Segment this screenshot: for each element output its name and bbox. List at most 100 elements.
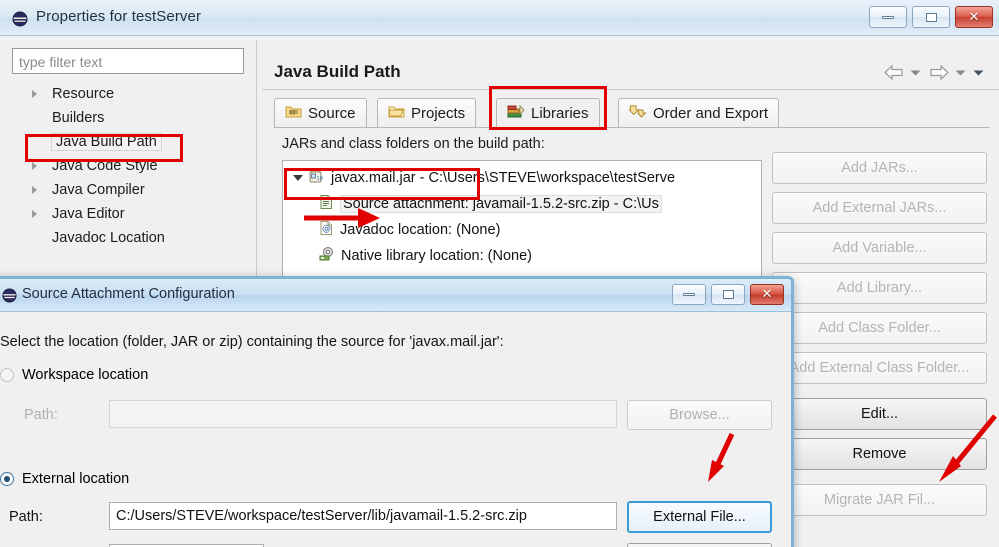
radio-checked-icon [0, 472, 14, 486]
add-external-jars-button[interactable]: Add External JARs... [772, 192, 987, 224]
sidebar-item-label: Resource [52, 86, 115, 102]
page-title: Java Build Path [274, 62, 401, 81]
external-location-label: External location [22, 471, 130, 487]
dialog-controls: ✕ [672, 284, 784, 305]
workspace-path-label: Path: [24, 407, 58, 423]
source-attachment-icon [319, 194, 334, 214]
dialog-body: Select the location (folder, JAR or zip)… [0, 312, 791, 547]
content-header: Java Build Path [262, 48, 999, 90]
add-variable-button[interactable]: Add Variable... [772, 232, 987, 264]
workspace-path-input[interactable] [109, 400, 617, 428]
dialog-prompt: Select the location (folder, JAR or zip)… [0, 334, 504, 350]
panel-label: JARs and class folders on the build path… [282, 136, 545, 152]
back-button[interactable] [884, 65, 904, 80]
external-file-button[interactable]: External File... [627, 501, 772, 533]
external-folder-button[interactable]: External Folder... [627, 543, 772, 547]
properties-tree: Resource Builders Java Build Path Java C… [12, 82, 250, 250]
sidebar-item-java-build-path[interactable]: Java Build Path [12, 130, 250, 154]
tab-label: Projects [411, 105, 466, 122]
sidebar-item-label: Java Editor [52, 206, 125, 222]
tab-label: Libraries [531, 105, 589, 122]
sidebar-item-label: Java Code Style [52, 158, 158, 174]
close-button[interactable]: ✕ [955, 6, 993, 28]
back-dropdown-icon[interactable] [910, 70, 921, 75]
javadoc-at-icon: @ [319, 220, 334, 240]
tab-source[interactable]: Source [274, 98, 367, 128]
sidebar-item-javadoc-location[interactable]: Javadoc Location [12, 226, 250, 250]
minimize-button[interactable] [869, 6, 907, 28]
dialog-titlebar: Source Attachment Configuration ✕ [0, 279, 791, 312]
overflow-menu-icon[interactable] [973, 70, 984, 75]
chevron-right-icon [32, 162, 37, 170]
filter-input[interactable]: type filter text [12, 48, 244, 74]
tab-bar: Source Projects Libraries Order and Expo… [274, 98, 989, 128]
eclipse-properties-icon [12, 11, 28, 27]
tab-label: Source [308, 105, 356, 122]
navigation-controls [884, 65, 984, 80]
tab-label: Order and Export [653, 105, 769, 122]
workspace-location-radio[interactable]: Workspace location [0, 367, 148, 383]
external-path-label: Path: [9, 509, 43, 525]
forward-arrow-icon [930, 65, 949, 80]
jar-icon: 10 [308, 168, 325, 188]
screenshot-root: Properties for testServer ✕ type filter … [0, 0, 999, 547]
edit-button[interactable]: Edit... [772, 398, 987, 430]
sidebar-item-label: Java Build Path [51, 133, 162, 151]
properties-sidebar: type filter text Resource Builders Java … [8, 48, 254, 306]
remove-button[interactable]: Remove [772, 438, 987, 470]
chevron-right-icon [32, 90, 37, 98]
forward-button[interactable] [929, 65, 949, 80]
source-attachment-dialog: Source Attachment Configuration ✕ Select… [0, 276, 794, 547]
triangle-expanded-icon[interactable] [293, 175, 303, 181]
window-controls: ✕ [869, 6, 993, 28]
sidebar-item-label: Builders [52, 110, 105, 126]
tree-row-label: Native library location: (None) [341, 248, 532, 264]
window-titlebar: Properties for testServer ✕ [0, 0, 999, 36]
sidebar-item-java-compiler[interactable]: Java Compiler [12, 178, 250, 202]
library-actions: Add JARs... Add External JARs... Add Var… [772, 152, 987, 524]
tree-row-label: Javadoc location: (None) [340, 222, 501, 238]
browse-button[interactable]: Browse... [627, 400, 772, 430]
dialog-close-button[interactable]: ✕ [750, 284, 784, 305]
tree-row-label: javax.mail.jar - C:\Users\STEVE\workspac… [331, 170, 676, 186]
dialog-minimize-button[interactable] [672, 284, 706, 305]
tree-row[interactable]: 10 javax.mail.jar - C:\Users\STEVE\works… [283, 165, 761, 191]
dialog-maximize-button[interactable] [711, 284, 745, 305]
sidebar-item-resource[interactable]: Resource [12, 82, 250, 106]
svg-text:@: @ [322, 224, 331, 234]
tab-libraries[interactable]: Libraries [496, 98, 600, 128]
forward-dropdown-icon[interactable] [955, 70, 966, 75]
sidebar-item-java-code-style[interactable]: Java Code Style [12, 154, 250, 178]
maximize-icon [722, 290, 734, 299]
add-library-button[interactable]: Add Library... [772, 272, 987, 304]
external-location-radio[interactable]: External location [0, 471, 129, 487]
native-library-icon [319, 246, 335, 266]
radio-unchecked-icon [0, 368, 14, 382]
sidebar-item-label: Javadoc Location [52, 230, 165, 246]
minimize-icon [882, 15, 894, 19]
close-icon: ✕ [761, 287, 773, 302]
minimize-icon [683, 293, 695, 296]
add-external-class-folder-button[interactable]: Add External Class Folder... [772, 352, 987, 384]
add-jars-button[interactable]: Add JARs... [772, 152, 987, 184]
tree-row[interactable]: Native library location: (None) [283, 243, 761, 269]
tree-row-label: Source attachment: javamail-1.5.2-src.zi… [340, 195, 662, 213]
sidebar-item-java-editor[interactable]: Java Editor [12, 202, 250, 226]
chevron-right-icon [32, 210, 37, 218]
chevron-right-icon [32, 186, 37, 194]
migrate-jar-file-button[interactable]: Migrate JAR Fil... [772, 484, 987, 516]
libraries-books-icon [507, 104, 525, 123]
close-icon: ✕ [968, 9, 980, 25]
sidebar-item-builders[interactable]: Builders [12, 106, 250, 130]
maximize-icon [925, 12, 937, 22]
tab-order-and-export[interactable]: Order and Export [618, 98, 780, 128]
window-title: Properties for testServer [36, 8, 202, 25]
add-class-folder-button[interactable]: Add Class Folder... [772, 312, 987, 344]
tab-projects[interactable]: Projects [377, 98, 477, 128]
maximize-button[interactable] [912, 6, 950, 28]
dialog-title: Source Attachment Configuration [22, 286, 235, 302]
tree-row[interactable]: @ Javadoc location: (None) [283, 217, 761, 243]
svg-text:10: 10 [317, 176, 323, 182]
tree-row[interactable]: Source attachment: javamail-1.5.2-src.zi… [283, 191, 761, 217]
external-path-input[interactable]: C:/Users/STEVE/workspace/testServer/lib/… [109, 502, 617, 530]
